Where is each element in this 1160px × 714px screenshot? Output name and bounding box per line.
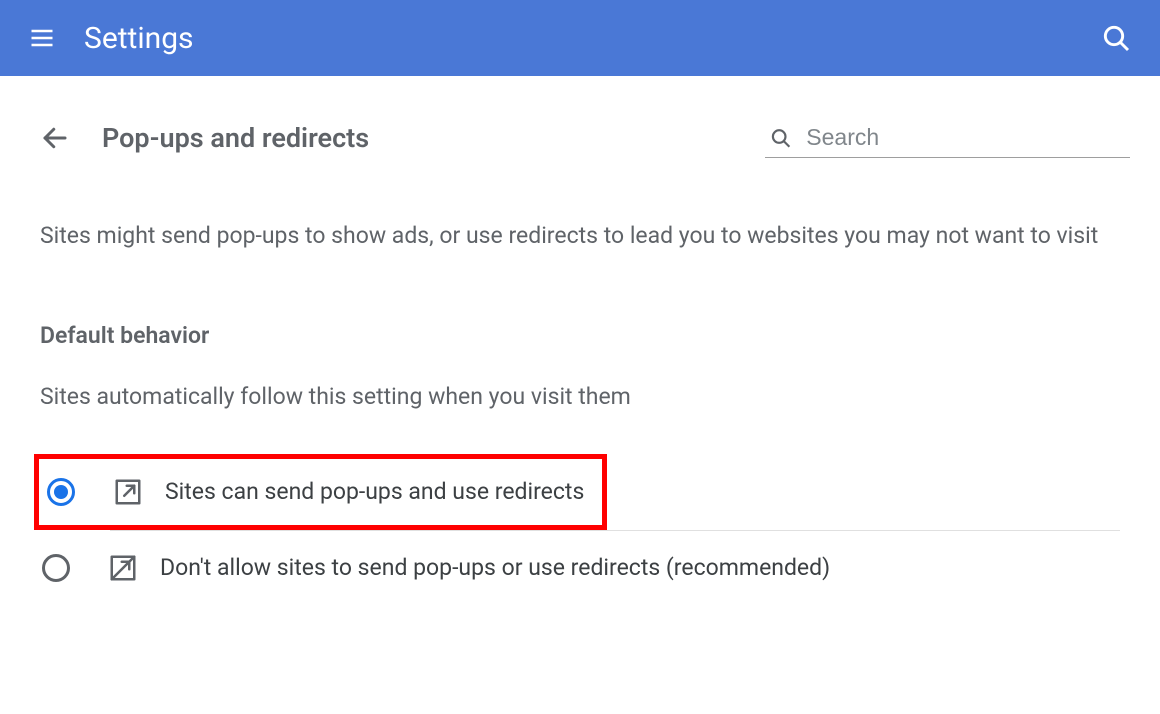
search-input[interactable]	[806, 124, 1126, 151]
option-allow-popups[interactable]: Sites can send pop-ups and use redirects	[39, 459, 592, 525]
page-content: Sites might send pop-ups to show ads, or…	[0, 158, 1160, 605]
search-field[interactable]	[765, 118, 1130, 158]
radio-unselected-icon[interactable]	[42, 554, 70, 582]
section-label: Default behavior	[40, 322, 1120, 349]
option-block-popups[interactable]: Don't allow sites to send pop-ups or use…	[40, 531, 1120, 605]
back-arrow-icon[interactable]	[36, 119, 74, 157]
hamburger-menu-icon[interactable]	[22, 18, 62, 58]
radio-selected-icon[interactable]	[47, 478, 75, 506]
search-icon[interactable]	[1094, 16, 1138, 60]
option-label: Don't allow sites to send pop-ups or use…	[160, 554, 830, 581]
page-description: Sites might send pop-ups to show ads, or…	[40, 218, 1100, 254]
page-title: Pop-ups and redirects	[102, 122, 765, 154]
options-group: Sites can send pop-ups and use redirects…	[40, 454, 1120, 605]
section-sublabel: Sites automatically follow this setting …	[40, 383, 1120, 410]
highlight-annotation: Sites can send pop-ups and use redirects	[34, 454, 607, 530]
page-subheader: Pop-ups and redirects	[0, 76, 1160, 158]
popup-allow-icon	[113, 477, 143, 507]
app-header: Settings	[0, 0, 1160, 76]
header-title: Settings	[84, 21, 1094, 56]
option-label: Sites can send pop-ups and use redirects	[165, 478, 584, 505]
popup-block-icon	[108, 553, 138, 583]
search-icon	[769, 125, 792, 151]
